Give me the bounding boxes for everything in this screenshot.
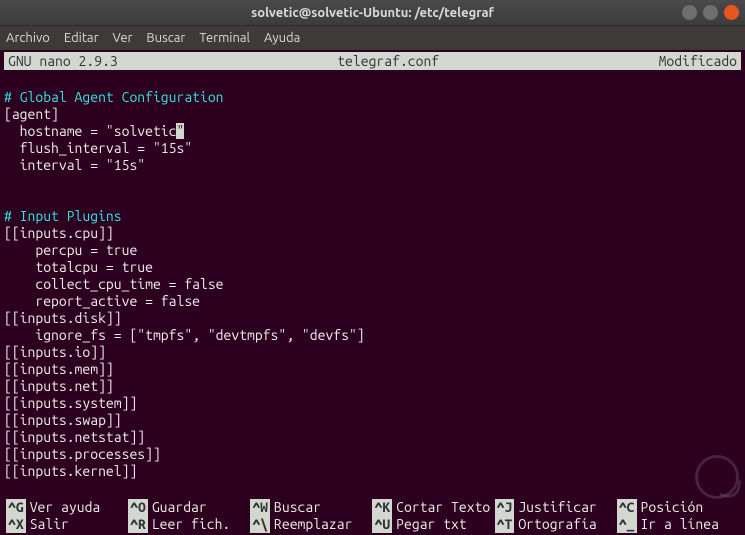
editor-line: collect_cpu_time = false bbox=[4, 276, 741, 293]
nano-shortcut: ^XSalir bbox=[6, 516, 128, 533]
editor-line: [[inputs.mem]] bbox=[4, 361, 741, 378]
nano-shortcut: ^\Reemplazar bbox=[250, 516, 372, 533]
menu-editar[interactable]: Editar bbox=[64, 31, 99, 45]
nano-version: GNU nano 2.9.3 bbox=[8, 52, 118, 70]
nano-shortcuts-row1: ^GVer ayuda^OGuardar^WBuscar^KCortar Tex… bbox=[4, 499, 741, 516]
editor-line: [[inputs.io]] bbox=[4, 344, 741, 361]
nano-shortcut: ^TOrtografía bbox=[495, 516, 617, 533]
nano-header: GNU nano 2.9.3 telegraf.conf Modificado bbox=[4, 52, 741, 70]
watermark-icon bbox=[695, 455, 739, 499]
window-titlebar: solvetic@solvetic-Ubuntu: /etc/telegraf bbox=[0, 0, 745, 26]
editor-line: [[inputs.netstat]] bbox=[4, 429, 741, 446]
nano-shortcut: ^RLeer fich. bbox=[128, 516, 250, 533]
editor-line: interval = "15s" bbox=[4, 157, 741, 174]
nano-status: Modificado bbox=[659, 52, 737, 70]
editor-line bbox=[4, 72, 741, 89]
terminal-area[interactable]: GNU nano 2.9.3 telegraf.conf Modificado … bbox=[0, 50, 745, 535]
editor-line bbox=[4, 174, 741, 191]
shortcut-label: Posición bbox=[641, 499, 704, 516]
editor-line: [[inputs.cpu]] bbox=[4, 225, 741, 242]
editor-line: ignore_fs = ["tmpfs", "devtmpfs", "devfs… bbox=[4, 327, 741, 344]
text-cursor: " bbox=[176, 123, 184, 139]
editor-line: report_active = false bbox=[4, 293, 741, 310]
editor-line: [[inputs.swap]] bbox=[4, 412, 741, 429]
editor-line: totalcpu = true bbox=[4, 259, 741, 276]
nano-shortcut: ^JJustificar bbox=[495, 499, 617, 516]
shortcut-key: ^R bbox=[128, 516, 148, 533]
editor-line: [[inputs.disk]] bbox=[4, 310, 741, 327]
nano-shortcut: ^CPosición bbox=[617, 499, 739, 516]
shortcut-label: Cortar Texto bbox=[396, 499, 490, 516]
nano-shortcut: ^UPegar txt bbox=[372, 516, 494, 533]
shortcut-key: ^O bbox=[128, 499, 148, 516]
shortcut-label: Pegar txt bbox=[396, 516, 467, 533]
editor-line: [[inputs.kernel]] bbox=[4, 463, 741, 480]
editor-line: # Input Plugins bbox=[4, 208, 741, 225]
editor-line: flush_interval = "15s" bbox=[4, 140, 741, 157]
nano-shortcut: ^WBuscar bbox=[250, 499, 372, 516]
editor-line: hostname = "solvetic" bbox=[4, 123, 741, 140]
nano-filename: telegraf.conf bbox=[118, 52, 659, 70]
shortcut-label: Ortografía bbox=[518, 516, 596, 533]
editor-line bbox=[4, 191, 741, 208]
shortcut-key: ^X bbox=[6, 516, 26, 533]
menu-ver[interactable]: Ver bbox=[113, 31, 133, 45]
editor-line: percpu = true bbox=[4, 242, 741, 259]
shortcut-label: Salir bbox=[30, 516, 69, 533]
nano-shortcuts-row2: ^XSalir^RLeer fich.^\Reemplazar^UPegar t… bbox=[4, 516, 741, 533]
editor-line: [[inputs.processes]] bbox=[4, 446, 741, 463]
shortcut-key: ^J bbox=[495, 499, 515, 516]
shortcut-label: Ver ayuda bbox=[30, 499, 101, 516]
maximize-button[interactable] bbox=[703, 5, 718, 20]
close-button[interactable] bbox=[724, 5, 739, 20]
menu-terminal[interactable]: Terminal bbox=[199, 31, 250, 45]
shortcut-label: Leer fich. bbox=[152, 516, 230, 533]
shortcut-label: Buscar bbox=[274, 499, 321, 516]
nano-shortcut: ^_Ir a línea bbox=[617, 516, 739, 533]
menubar: Archivo Editar Ver Buscar Terminal Ayuda bbox=[0, 26, 745, 50]
menu-ayuda[interactable]: Ayuda bbox=[264, 31, 300, 45]
nano-shortcut: ^OGuardar bbox=[128, 499, 250, 516]
minimize-button[interactable] bbox=[682, 5, 697, 20]
editor-line: # Global Agent Configuration bbox=[4, 89, 741, 106]
window-title: solvetic@solvetic-Ubuntu: /etc/telegraf bbox=[251, 6, 494, 20]
shortcut-label: Ir a línea bbox=[641, 516, 719, 533]
shortcut-key: ^G bbox=[6, 499, 26, 516]
menu-buscar[interactable]: Buscar bbox=[146, 31, 185, 45]
menu-archivo[interactable]: Archivo bbox=[6, 31, 50, 45]
shortcut-label: Guardar bbox=[152, 499, 207, 516]
editor-line: [[inputs.system]] bbox=[4, 395, 741, 412]
editor-content[interactable]: # Global Agent Configuration[agent] host… bbox=[4, 70, 741, 499]
shortcut-key: ^_ bbox=[617, 516, 637, 533]
nano-shortcut: ^GVer ayuda bbox=[6, 499, 128, 516]
shortcut-key: ^\ bbox=[250, 516, 270, 533]
editor-line: [agent] bbox=[4, 106, 741, 123]
shortcut-label: Justificar bbox=[518, 499, 596, 516]
shortcut-key: ^T bbox=[495, 516, 515, 533]
shortcut-label: Reemplazar bbox=[274, 516, 352, 533]
editor-line: [[inputs.net]] bbox=[4, 378, 741, 395]
window-controls bbox=[682, 5, 739, 20]
nano-shortcut: ^KCortar Texto bbox=[372, 499, 494, 516]
shortcut-key: ^W bbox=[250, 499, 270, 516]
shortcut-key: ^U bbox=[372, 516, 392, 533]
shortcut-key: ^K bbox=[372, 499, 392, 516]
shortcut-key: ^C bbox=[617, 499, 637, 516]
editor-line bbox=[4, 480, 741, 497]
